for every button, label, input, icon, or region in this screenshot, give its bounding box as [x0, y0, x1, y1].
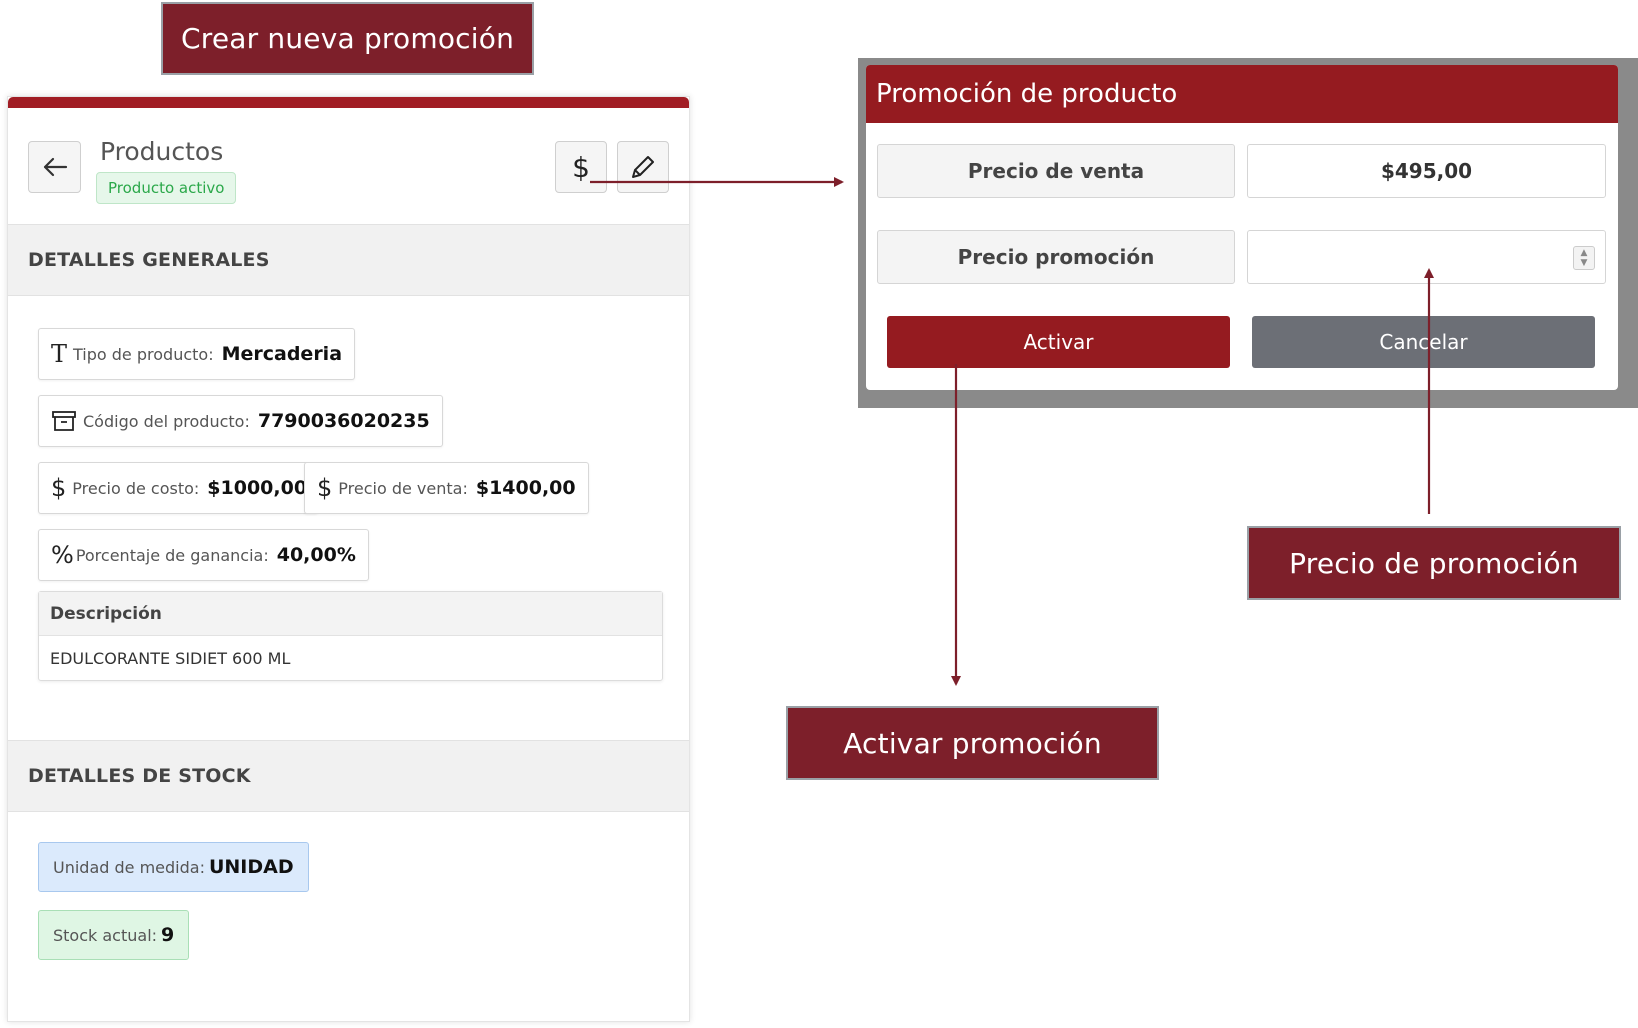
cancel-button[interactable]: Cancelar: [1252, 316, 1595, 368]
description-heading: Descripción: [39, 592, 662, 636]
product-detail-card: Productos Producto activo $ DETALLES GEN…: [7, 96, 690, 1022]
venta-value: $1400,00: [475, 477, 576, 499]
description-panel: Descripción EDULCORANTE SIDIET 600 ML: [38, 591, 663, 681]
back-button[interactable]: [28, 141, 81, 193]
stock-label: Stock actual:: [53, 925, 158, 945]
callout-promotion-price: Precio de promoción: [1247, 526, 1621, 600]
unidad-label: Unidad de medida:: [53, 857, 205, 877]
chip-tipo-producto: T Tipo de producto: Mercaderia: [38, 328, 356, 380]
percent-icon: %: [51, 541, 74, 569]
text-type-icon: T: [51, 340, 68, 368]
tipo-value: Mercaderia: [221, 343, 343, 365]
codigo-value: 7790036020235: [257, 410, 430, 432]
costo-value: $1000,00: [207, 477, 308, 499]
promotion-modal: Promoción de producto Precio de venta $4…: [866, 65, 1618, 390]
dollar-icon: $: [572, 150, 590, 184]
promotion-button[interactable]: $: [555, 141, 607, 193]
stock-actual-badge: Stock actual: 9: [38, 910, 190, 960]
unidad-medida-badge: Unidad de medida: UNIDAD: [38, 842, 309, 892]
description-text: EDULCORANTE SIDIET 600 ML: [50, 648, 291, 668]
unidad-value: UNIDAD: [208, 856, 294, 878]
precio-promocion-input[interactable]: ▲ ▼: [1247, 230, 1606, 284]
page-title: Productos: [100, 137, 224, 166]
section-general-heading: DETALLES GENERALES: [8, 224, 689, 296]
dollar-icon: $: [317, 474, 333, 502]
precio-venta-value: $495,00: [1247, 144, 1606, 198]
status-badge: Producto activo: [96, 172, 237, 204]
section-stock-heading: DETALLES DE STOCK: [8, 740, 689, 812]
precio-venta-label: Precio de venta: [877, 144, 1235, 198]
callout-activate-promotion: Activar promoción: [786, 706, 1159, 780]
modal-title: Promoción de producto: [866, 65, 1618, 123]
activate-button[interactable]: Activar: [887, 316, 1230, 368]
callout-create-promotion: Crear nueva promoción: [161, 2, 534, 75]
card-accent-bar: [8, 97, 689, 108]
arrow-left-icon: [43, 157, 67, 177]
stock-value: 9: [161, 924, 175, 946]
chip-porcentaje-ganancia: % Porcentaje de ganancia: 40,00%: [38, 529, 369, 581]
chip-precio-venta: $ Precio de venta: $1400,00: [304, 462, 589, 514]
precio-promocion-label: Precio promoción: [877, 230, 1235, 284]
archive-box-icon: [52, 411, 76, 431]
tipo-label: Tipo de producto:: [73, 344, 214, 364]
dollar-icon: $: [51, 474, 67, 502]
codigo-label: Código del producto:: [83, 411, 250, 431]
number-spinner-icon[interactable]: ▲ ▼: [1573, 246, 1595, 270]
ganancia-value: 40,00%: [276, 544, 356, 566]
pencil-icon: [632, 156, 654, 178]
ganancia-label: Porcentaje de ganancia:: [75, 545, 269, 565]
venta-label: Precio de venta:: [338, 478, 468, 498]
chip-precio-costo: $ Precio de costo: $1000,00: [38, 462, 319, 514]
chip-codigo-producto: Código del producto: 7790036020235: [38, 395, 443, 447]
costo-label: Precio de costo:: [72, 478, 200, 498]
edit-button[interactable]: [617, 141, 669, 193]
